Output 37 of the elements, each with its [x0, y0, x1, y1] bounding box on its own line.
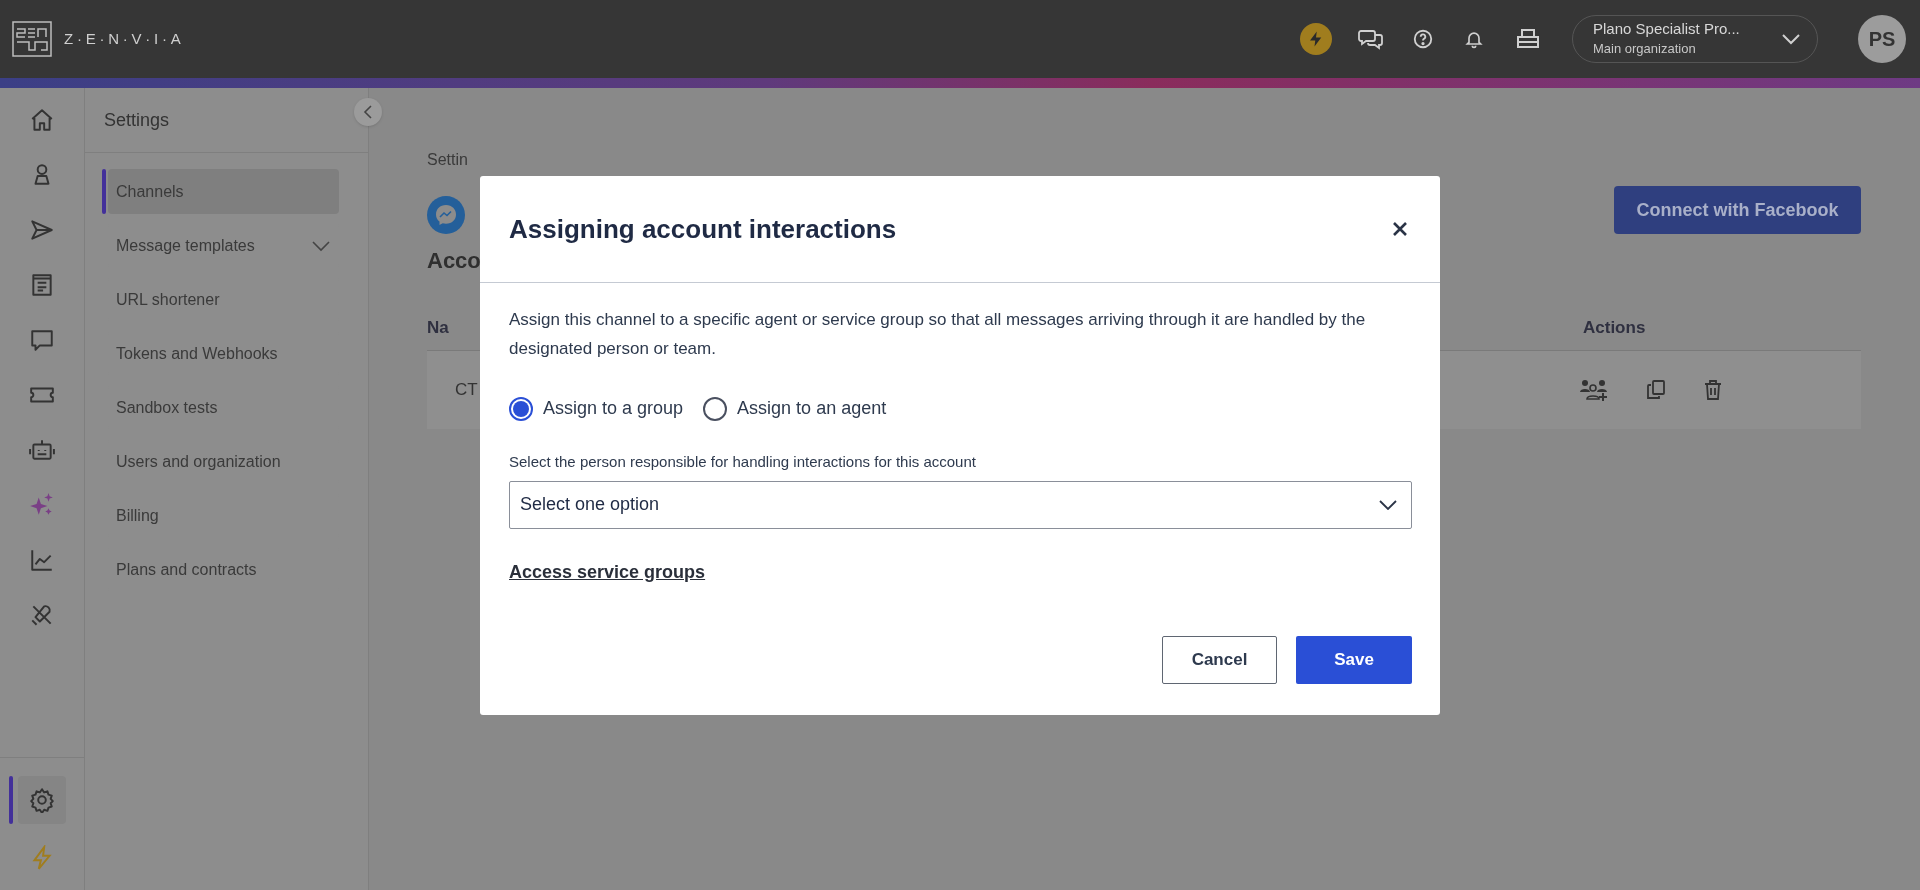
chevron-left-icon [363, 105, 373, 119]
service-groups-link[interactable]: Access service groups [509, 558, 706, 586]
add-group-icon[interactable] [1580, 379, 1608, 401]
chat-icon[interactable] [1358, 27, 1384, 51]
chevron-down-icon [1379, 499, 1397, 510]
sidebar-title: Settings [104, 108, 170, 132]
radio-option[interactable]: Assign to a group [509, 395, 684, 422]
select-input[interactable]: Select one option [520, 491, 1379, 518]
column-header: Na [427, 316, 450, 339]
modal-description: Assign this channel to a specific agent or service group so that all messages arriving through it are handled by the designated person or team. [509, 309, 1367, 360]
close-icon[interactable] [1392, 221, 1408, 237]
logo-icon [12, 21, 52, 57]
messenger-icon [427, 196, 465, 234]
cancel-button[interactable]: Cancel [1162, 635, 1277, 684]
save-button[interactable]: Save [1296, 635, 1412, 684]
select-field[interactable]: Select one option [509, 480, 1412, 529]
help-icon[interactable] [1412, 28, 1434, 50]
breadcrumb: Settin [427, 150, 469, 170]
user-avatar[interactable]: PS [1858, 15, 1906, 63]
copy-icon[interactable] [1646, 380, 1666, 400]
sidebar-item[interactable]: Channels [108, 169, 339, 214]
column-header: Actions [1583, 316, 1646, 339]
modal-title: Assigning account interactions [509, 212, 897, 246]
collapse-button[interactable] [354, 98, 382, 126]
active-indicator [8, 776, 13, 824]
chevron-down-icon [1781, 33, 1801, 45]
lightning-icon[interactable] [1300, 23, 1332, 55]
brand-name: Z·E·N·V·I·A [64, 28, 185, 49]
inbox-tray-icon[interactable] [1516, 28, 1540, 50]
field-label: Select the person responsible for handling interactions for this account [509, 452, 977, 472]
table-cell-text: CT [454, 379, 479, 402]
active-indicator [102, 169, 106, 214]
trash-icon[interactable] [1704, 380, 1722, 400]
settings-icon[interactable] [18, 776, 66, 824]
section-heading: Acco [427, 247, 479, 275]
radio-option[interactable]: Assign to an agent [703, 395, 887, 422]
connect-facebook-button[interactable]: Connect with Facebook [1614, 186, 1861, 234]
